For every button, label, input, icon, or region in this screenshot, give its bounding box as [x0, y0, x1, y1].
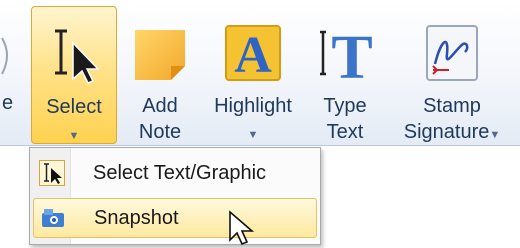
menu-item-label: Select Text/Graphic [93, 162, 267, 184]
highlight-button[interactable]: A Highlight ▼ [200, 6, 306, 142]
select-button[interactable]: Select ▼ [31, 6, 117, 144]
svg-text:A: A [234, 27, 272, 84]
add-note-label-2: Note [138, 121, 182, 143]
select-label: Select [46, 96, 102, 118]
type-text-label-1: Type [323, 95, 367, 117]
chevron-down-icon: ▼ [247, 129, 259, 141]
add-note-label-1: Add [142, 95, 178, 117]
snapshot-camera-icon [42, 209, 64, 227]
text-select-cursor-icon [39, 160, 65, 186]
stamp-label-2: Signature [403, 121, 490, 143]
partial-button-label[interactable]: e [2, 92, 13, 115]
ribbon-toolbar: e Select ▼ Add Note A Highlight ▼ T Type… [0, 0, 520, 146]
stamp-label-1: Stamp [423, 95, 481, 117]
signature-stamp-icon [426, 25, 478, 81]
stamp-signature-button[interactable]: Stamp Signature▼ [388, 6, 516, 143]
type-text-label-2: Text [326, 121, 364, 143]
type-text-icon: T [320, 24, 373, 86]
menu-item-snapshot[interactable]: Snapshot [33, 198, 317, 238]
sticky-note-icon [135, 30, 185, 80]
chevron-down-icon: ▼ [489, 129, 501, 141]
select-dropdown-menu: Select Text/Graphic Snapshot [29, 147, 321, 245]
mouse-pointer-icon [229, 210, 255, 246]
chevron-down-icon: ▼ [68, 130, 80, 142]
highlight-label: Highlight [214, 95, 292, 117]
highlight-icon: A [225, 25, 281, 84]
menu-item-select-text-graphic[interactable]: Select Text/Graphic [33, 154, 315, 192]
partial-icon [1, 37, 8, 75]
type-text-button[interactable]: T Type Text [308, 6, 382, 143]
svg-text:T: T [331, 24, 372, 86]
menu-item-label: Snapshot [94, 207, 179, 229]
add-note-button[interactable]: Add Note [122, 6, 198, 143]
text-select-cursor-icon [55, 29, 100, 84]
